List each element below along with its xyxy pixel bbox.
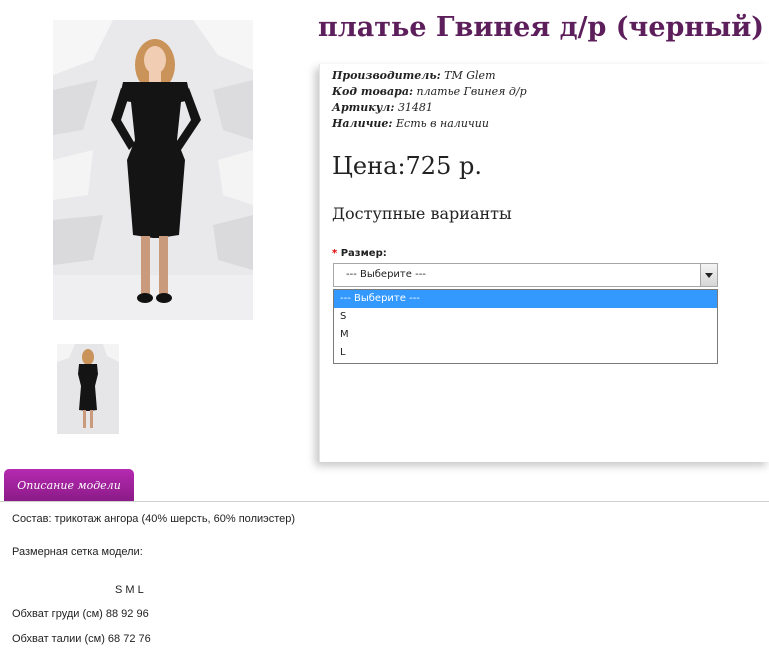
size-option-s[interactable]: S xyxy=(334,308,717,326)
meta-availability: Наличие: Есть в наличии xyxy=(332,116,527,132)
size-option-m[interactable]: M xyxy=(334,326,717,344)
meta-key: Наличие: xyxy=(332,117,393,130)
meta-value: платье Гвинея д/р xyxy=(416,85,527,98)
meta-product-code: Код товара: платье Гвинея д/р xyxy=(332,84,527,100)
thumbnail-illustration xyxy=(57,344,119,434)
meta-key: Артикул: xyxy=(332,101,395,114)
tab-divider xyxy=(0,501,769,502)
size-option-l[interactable]: L xyxy=(334,344,717,362)
size-dropdown-list: --- Выберите --- S M L xyxy=(333,289,718,364)
model-photo-illustration xyxy=(53,20,253,320)
product-thumbnail[interactable] xyxy=(57,344,119,434)
meta-key: Производитель: xyxy=(332,69,441,82)
meta-key: Код товара: xyxy=(332,85,414,98)
size-chart-row-waist: Обхват талии (см) 68 72 76 xyxy=(12,633,151,645)
size-chart-heading: Размерная сетка модели: xyxy=(12,546,143,558)
product-info-panel: Производитель: TM Glem Код товара: плать… xyxy=(319,64,769,462)
variants-heading: Доступные варианты xyxy=(332,204,512,223)
meta-value: 31481 xyxy=(397,101,433,114)
main-product-photo[interactable] xyxy=(53,20,253,320)
size-select[interactable]: --- Выберите --- xyxy=(333,263,718,287)
meta-manufacturer: Производитель: TM Glem xyxy=(332,68,527,84)
product-title: платье Гвинея д/р (черный) xyxy=(318,12,765,43)
meta-sku: Артикул: 31481 xyxy=(332,100,527,116)
size-select-value: --- Выберите --- xyxy=(346,269,426,280)
tab-description[interactable]: Описание модели xyxy=(4,469,134,502)
size-label-text: Размер: xyxy=(340,248,387,259)
size-chart-header: S M L xyxy=(115,584,144,596)
meta-value: Есть в наличии xyxy=(396,117,489,130)
required-mark: * xyxy=(332,248,338,259)
size-label: * Размер: xyxy=(332,248,387,259)
composition-text: Состав: трикотаж ангора (40% шерсть, 60%… xyxy=(12,513,296,525)
size-chart-row-chest: Обхват груди (см) 88 92 96 xyxy=(12,608,149,620)
product-price: Цена:725 р. xyxy=(332,152,482,180)
dropdown-arrow-icon[interactable] xyxy=(700,264,717,286)
product-meta: Производитель: TM Glem Код товара: плать… xyxy=(332,68,527,132)
meta-value: TM Glem xyxy=(444,69,496,82)
size-option-placeholder[interactable]: --- Выберите --- xyxy=(334,290,717,308)
